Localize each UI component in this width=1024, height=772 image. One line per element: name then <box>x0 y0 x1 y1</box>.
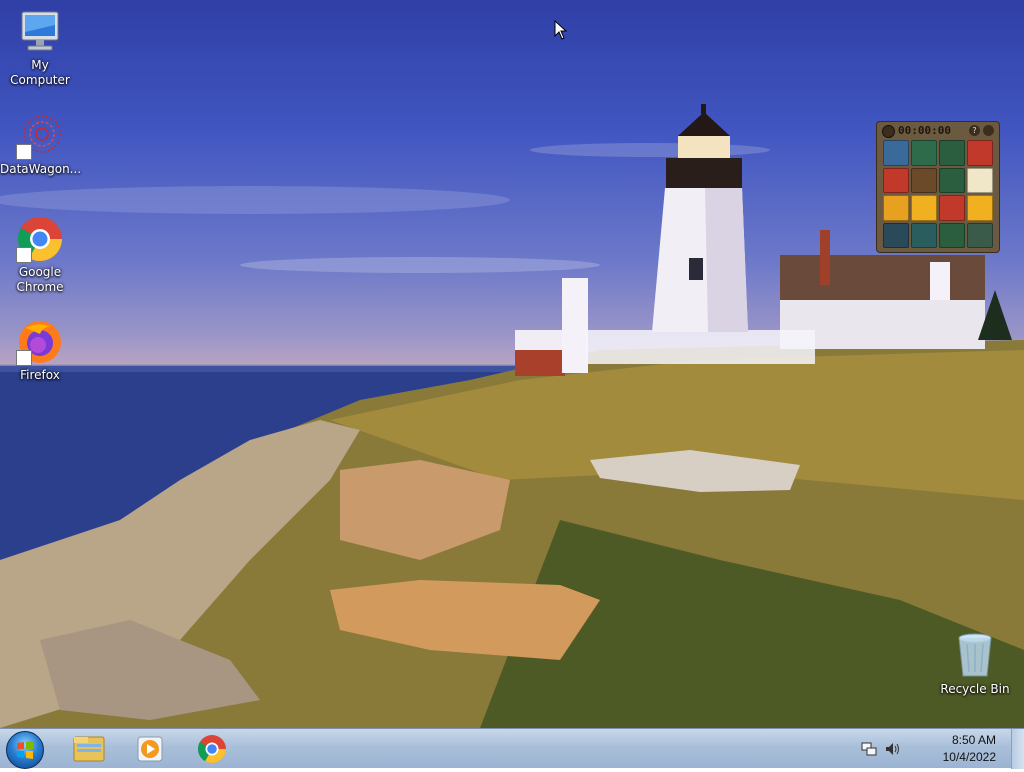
shortcut-arrow-icon <box>16 350 32 366</box>
desktop-icon-firefox[interactable]: Firefox <box>0 318 80 383</box>
file-explorer-icon <box>73 736 105 762</box>
mouse-cursor-icon <box>554 20 568 40</box>
taskbar-media-player[interactable] <box>124 732 176 766</box>
puzzle-tile[interactable] <box>911 167 937 193</box>
puzzle-tile[interactable] <box>939 195 965 221</box>
system-tray: 8:50 AM 10/4/2022 <box>860 729 1010 769</box>
start-button[interactable] <box>6 731 44 769</box>
datawagon-icon <box>16 112 64 160</box>
puzzle-gadget[interactable]: 00:00:00 ? <box>876 121 1000 253</box>
puzzle-grid[interactable] <box>883 140 993 248</box>
puzzle-tile[interactable] <box>967 140 993 166</box>
puzzle-tile[interactable] <box>883 167 909 193</box>
firefox-icon <box>16 318 64 366</box>
network-icon[interactable] <box>860 740 878 758</box>
desktop-icon-label: Recycle Bin <box>940 682 1010 696</box>
puzzle-tile[interactable] <box>911 222 937 248</box>
clock-date[interactable]: 10/4/2022 <box>943 750 996 764</box>
puzzle-tile[interactable] <box>883 222 909 248</box>
puzzle-tile[interactable] <box>939 140 965 166</box>
shortcut-arrow-icon <box>16 144 32 160</box>
help-icon[interactable]: ? <box>969 125 980 136</box>
shuffle-icon[interactable] <box>983 125 994 136</box>
taskbar: 8:50 AM 10/4/2022 <box>0 728 1024 769</box>
puzzle-tile[interactable] <box>967 222 993 248</box>
puzzle-tile[interactable] <box>967 195 993 221</box>
desktop-icon-label: Firefox <box>20 368 60 382</box>
puzzle-tile[interactable] <box>911 195 937 221</box>
puzzle-tile[interactable] <box>883 140 909 166</box>
desktop-icon-datawagon[interactable]: DataWagon... <box>0 112 82 177</box>
gadget-timer: 00:00:00 <box>898 124 951 137</box>
recycle-bin-icon <box>951 632 999 680</box>
show-desktop-button[interactable] <box>1011 729 1024 769</box>
windows-logo-icon <box>17 741 33 759</box>
puzzle-tile[interactable] <box>939 222 965 248</box>
chrome-icon <box>198 735 226 763</box>
puzzle-tile[interactable] <box>967 167 993 193</box>
desktop-icon-label: Google <box>18 265 62 279</box>
puzzle-tile[interactable] <box>939 167 965 193</box>
desktop-icon-google-chrome[interactable]: Google Chrome <box>0 215 80 295</box>
desktop-icon-label: My Computer <box>10 58 70 87</box>
volume-icon[interactable] <box>884 740 902 758</box>
clock-time[interactable]: 8:50 AM <box>952 733 996 747</box>
desktop-icon-label: Chrome <box>16 280 64 294</box>
media-player-icon <box>137 736 163 762</box>
taskbar-file-explorer[interactable] <box>63 732 115 766</box>
my-computer-icon <box>16 8 64 56</box>
show-picture-icon[interactable] <box>882 125 895 138</box>
desktop-icon-label: DataWagon... <box>0 162 82 176</box>
taskbar-chrome[interactable] <box>186 732 238 766</box>
desktop-icon-my-computer[interactable]: My Computer <box>0 8 80 88</box>
desktop[interactable]: My Computer DataWagon... Google Chrome F… <box>0 0 1024 728</box>
wallpaper-lighthouse <box>0 104 1024 728</box>
puzzle-tile[interactable] <box>911 140 937 166</box>
desktop-icon-recycle-bin[interactable]: Recycle Bin <box>935 632 1015 697</box>
shortcut-arrow-icon <box>16 247 32 263</box>
chrome-icon <box>16 215 64 263</box>
puzzle-tile[interactable] <box>883 195 909 221</box>
gadget-title-bar: 00:00:00 ? <box>877 122 999 139</box>
